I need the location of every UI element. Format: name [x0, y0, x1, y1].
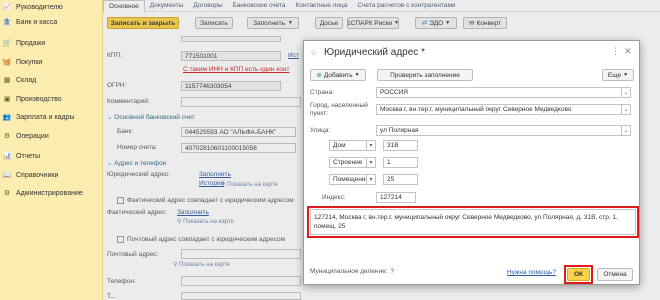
ok-button[interactable]: ОК [567, 268, 590, 281]
index-label: Индекс: [322, 194, 346, 201]
sidebar-item-label: Операции [16, 132, 49, 140]
sidebar-item-salary[interactable]: 👥 Зарплата и кадры [0, 110, 103, 124]
cart-icon: 🛒 [2, 39, 12, 47]
more-options-icon[interactable]: ⋮ [611, 46, 620, 57]
star-icon[interactable]: ☆ [310, 48, 317, 57]
country-label: Страна: [310, 89, 334, 96]
factory-icon: ▣ [3, 95, 11, 103]
sidebar-item-production[interactable]: ▣ Производство [0, 92, 103, 106]
country-dropdown-icon[interactable]: ⌄ [622, 87, 631, 98]
sidebar-item-label: Отчеты [16, 152, 41, 160]
help-link[interactable]: Нужна помощь? [507, 269, 556, 276]
country-field[interactable]: РОССИЯ [376, 87, 622, 98]
building-field[interactable]: 1 [383, 157, 418, 168]
sidebar-item-label: Продажи [16, 39, 46, 47]
basket-icon: 🧺 [2, 58, 12, 66]
city-dropdown-icon[interactable]: ⌄ [622, 104, 631, 115]
sidebar-item-label: Производство [16, 95, 62, 103]
address-presentation-field[interactable]: 127214, Москва г, вн.тер.г. муниципальны… [310, 209, 636, 235]
index-field[interactable]: 127214 [376, 192, 416, 203]
book-icon: 📖 [2, 171, 12, 179]
municipal-label-text: Муниципальное деление: [310, 268, 388, 275]
add-button[interactable]: ⊕ Добавить ▼ [310, 69, 366, 81]
sidebar-item-label: Покупки [16, 58, 43, 66]
street-label: Улица: [310, 127, 331, 134]
sidebar-item-sales[interactable]: 🛒 Продажи [0, 36, 103, 50]
sidebar-item-label: Склад [16, 76, 37, 84]
warehouse-icon: ▦ [3, 76, 11, 84]
sidebar: 📈 Руководителю 🏦 Банк и касса 🛒 Продажи … [0, 0, 103, 300]
building-type-select[interactable]: Строение [329, 157, 367, 168]
house-type-dropdown-icon[interactable]: ▾ [367, 140, 376, 151]
city-label: Город, населенный пункт: [310, 102, 368, 117]
room-type-select[interactable]: Помещение [329, 174, 367, 185]
house-type-select[interactable]: Дом [329, 140, 367, 151]
more-button-label: Еще [607, 71, 622, 79]
close-icon[interactable]: ✕ [624, 46, 632, 57]
sidebar-item-directories[interactable]: 📖 Справочники [0, 168, 103, 182]
sidebar-item-operations[interactable]: ⚙ Операции [0, 129, 103, 143]
reports-icon: 📊 [2, 152, 12, 160]
sidebar-item-warehouse[interactable]: ▦ Склад [0, 73, 103, 87]
house-field[interactable]: 31В [383, 140, 418, 151]
cancel-button[interactable]: Отмена [597, 268, 633, 281]
room-type-dropdown-icon[interactable]: ▾ [367, 174, 376, 185]
street-field[interactable]: ул Полярная [376, 125, 622, 136]
sidebar-item-bank[interactable]: 🏦 Банк и касса [0, 15, 103, 29]
sidebar-item-label: Банк и касса [16, 18, 58, 26]
sidebar-item-admin[interactable]: ⚙ Администрирование [0, 186, 103, 200]
sidebar-item-manager[interactable]: 📈 Руководителю [0, 0, 103, 14]
sidebar-item-label: Администрирование [16, 189, 83, 197]
more-button[interactable]: Еще ▼ [602, 69, 634, 81]
gear-icon: ⚙ [3, 189, 11, 197]
room-field[interactable]: 25 [383, 174, 418, 185]
dialog-title: Юридический адрес * [324, 47, 425, 58]
people-icon: 👥 [2, 113, 12, 121]
chevron-down-icon: ▼ [623, 72, 629, 78]
add-icon: ⊕ [316, 72, 322, 79]
legal-address-dialog: ☆ Юридический адрес * ⋮ ✕ ⊕ Добавить ▼ П… [303, 40, 640, 285]
sidebar-item-label: Справочники [16, 171, 59, 179]
help-question-icon[interactable]: ? [390, 268, 394, 275]
sidebar-item-reports[interactable]: 📊 Отчеты [0, 149, 103, 163]
add-button-label: Добавить [323, 71, 353, 79]
sidebar-item-label: Руководителю [16, 3, 63, 11]
street-dropdown-icon[interactable]: ⌄ [622, 125, 631, 136]
building-type-dropdown-icon[interactable]: ▾ [367, 157, 376, 168]
bank-icon: 🏦 [2, 18, 12, 26]
chart-line-icon: 📈 [2, 3, 12, 11]
check-fill-button[interactable]: Проверить заполнение [377, 69, 473, 81]
chevron-down-icon: ▼ [354, 72, 360, 78]
municipal-division-label: Муниципальное деление: ? [310, 268, 394, 275]
city-field[interactable]: Москва г, вн.тер.г. муниципальный округ … [376, 104, 622, 115]
sidebar-item-label: Зарплата и кадры [16, 113, 75, 121]
operations-icon: ⚙ [3, 132, 11, 140]
sidebar-item-purchases[interactable]: 🧺 Покупки [0, 55, 103, 69]
